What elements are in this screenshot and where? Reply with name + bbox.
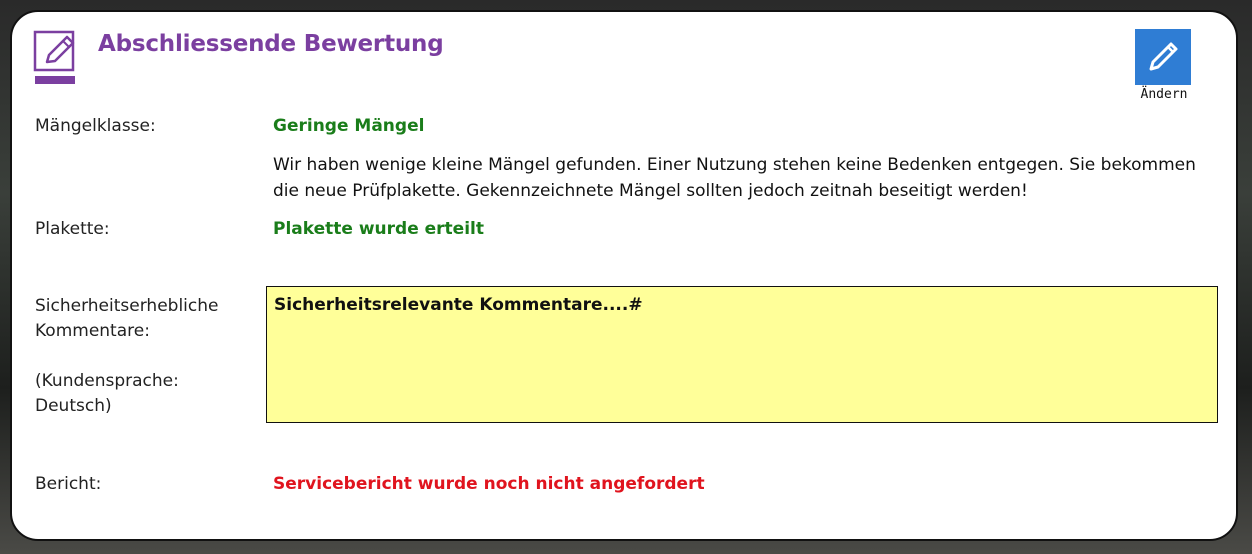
evaluation-card: Abschliessende Bewertung Ändern Mängelkl… bbox=[10, 10, 1238, 541]
safety-comments-field[interactable]: Sicherheitsrelevante Kommentare....# bbox=[266, 286, 1218, 423]
maengelklasse-label: Mängelklasse: bbox=[35, 116, 156, 136]
edit-button-label[interactable]: Ändern bbox=[1122, 87, 1206, 102]
edit-note-icon bbox=[33, 30, 77, 86]
maengelklasse-value: Geringe Mängel bbox=[273, 116, 425, 136]
comments-language: (Kundensprache: Deutsch) bbox=[35, 371, 179, 416]
pencil-icon bbox=[1143, 36, 1183, 79]
bericht-label: Bericht: bbox=[35, 474, 102, 494]
comments-label: Sicherheitserhebliche Kommentare: bbox=[35, 296, 219, 341]
plakette-label: Plakette: bbox=[35, 219, 110, 239]
plakette-value: Plakette wurde erteilt bbox=[273, 219, 484, 239]
bericht-status: Servicebericht wurde noch nicht angeford… bbox=[273, 474, 705, 494]
maengelklasse-description: Wir haben wenige kleine Mängel gefunden.… bbox=[273, 155, 1196, 201]
page-title: Abschliessende Bewertung bbox=[98, 31, 444, 57]
edit-button[interactable] bbox=[1135, 29, 1191, 85]
